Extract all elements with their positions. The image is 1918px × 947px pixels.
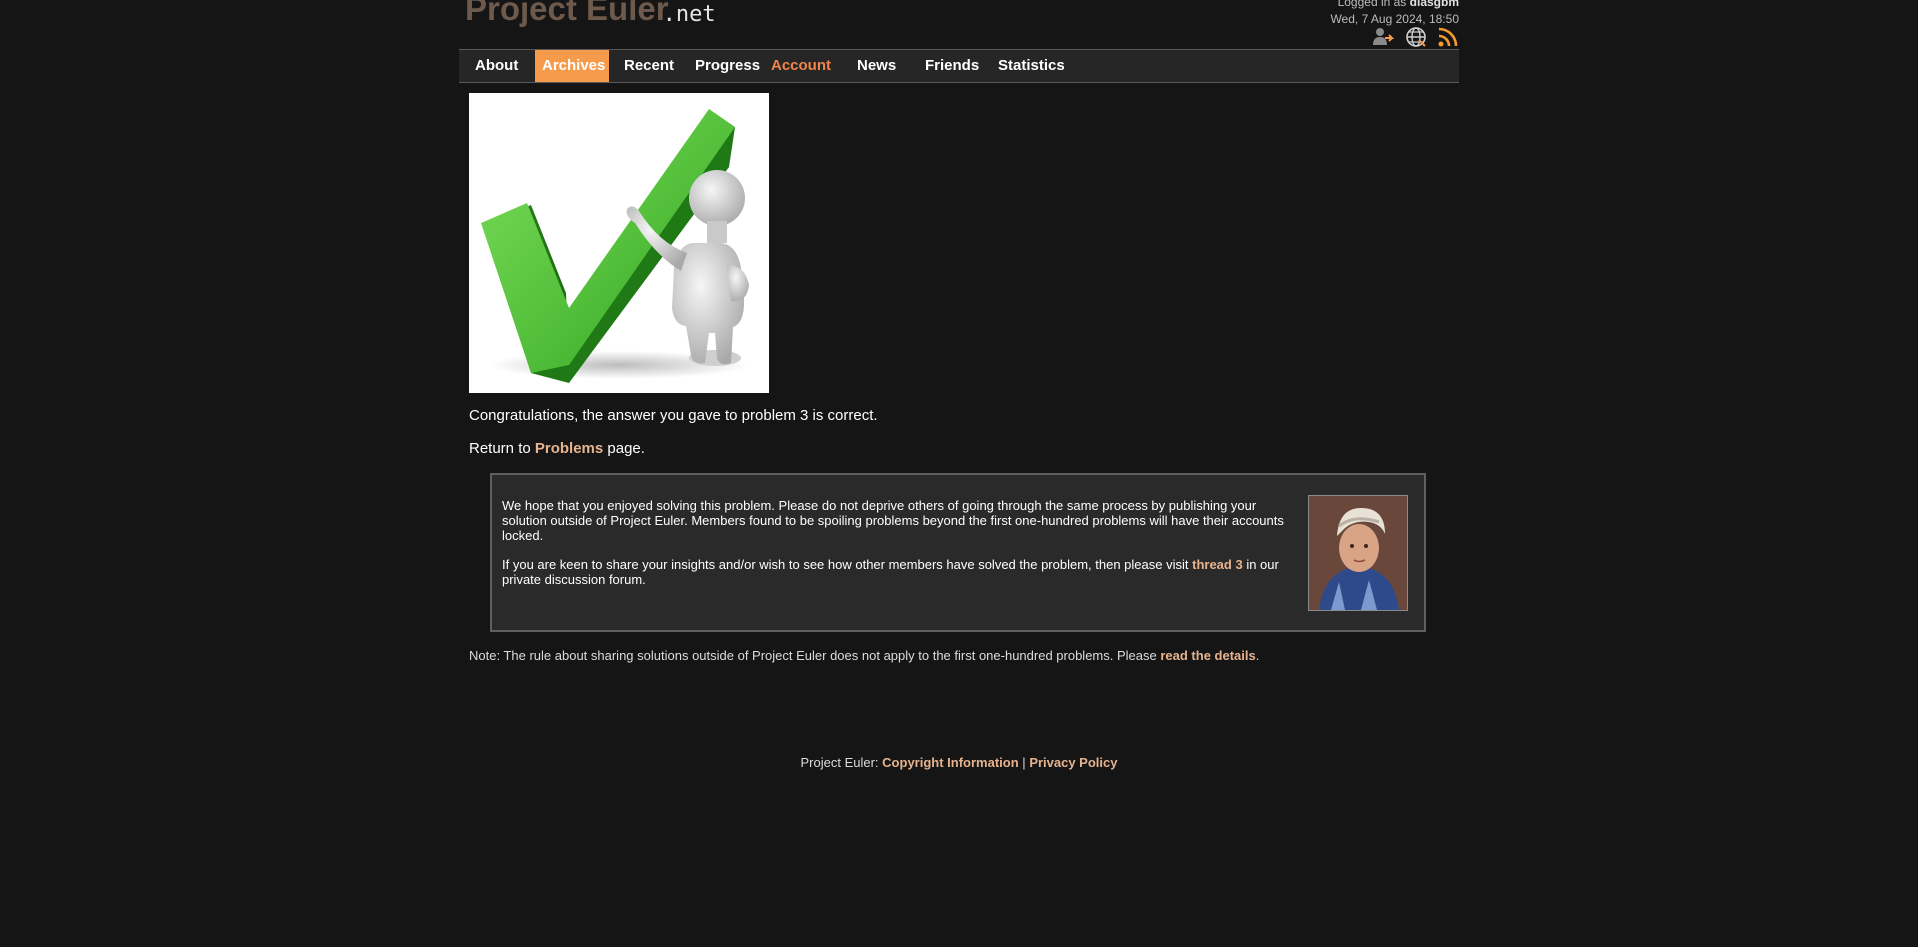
nav-statistics[interactable]: Statistics (998, 50, 1065, 82)
globe-icon[interactable] (1405, 26, 1427, 48)
return-line: Return to Problems page. (469, 440, 645, 457)
congratulations-message: Congratulations, the answer you gave to … (469, 407, 878, 424)
forum-invite-prefix: If you are keen to share your insights a… (502, 557, 1189, 572)
footer-prefix: Project Euler: (800, 755, 879, 770)
return-prefix: Return to (469, 440, 531, 457)
correct-answer-image (469, 93, 769, 393)
read-details-link[interactable]: read the details (1160, 648, 1255, 663)
nav-archives[interactable]: Archives (535, 50, 610, 82)
logo-suffix: .net (662, 2, 716, 27)
sign-out-icon[interactable] (1372, 26, 1395, 48)
header-icons (1366, 26, 1459, 48)
privacy-policy-link[interactable]: Privacy Policy (1029, 755, 1117, 770)
footer-separator: | (1022, 755, 1026, 770)
username[interactable]: diasgbm (1410, 0, 1459, 9)
problems-link[interactable]: Problems (535, 440, 603, 457)
nav-recent[interactable]: Recent (624, 50, 674, 82)
copyright-link[interactable]: Copyright Information (882, 755, 1019, 770)
nav-about[interactable]: About (475, 50, 518, 82)
project-euler-logo[interactable]: Project Euler.net (465, 0, 716, 30)
logo-text: Project Euler (465, 0, 669, 27)
rss-icon[interactable] (1437, 26, 1459, 48)
spoiler-info-box: We hope that you enjoyed solving this pr… (490, 473, 1426, 632)
thread-link[interactable]: thread 3 (1192, 557, 1243, 572)
main-nav: About Archives Recent Progress Account N… (459, 49, 1459, 83)
spoiler-warning-text: We hope that you enjoyed solving this pr… (502, 498, 1284, 543)
euler-portrait-icon (1309, 496, 1407, 610)
note-prefix: Note: The rule about sharing solutions o… (469, 648, 1157, 663)
nav-account[interactable]: Account (771, 50, 831, 82)
nav-progress[interactable]: Progress (695, 50, 760, 82)
checkmark-figure-icon (481, 109, 749, 383)
logged-in-prefix: Logged in as (1337, 0, 1407, 9)
euler-portrait (1308, 495, 1408, 611)
note-suffix: . (1255, 648, 1260, 663)
sharing-rule-note: Note: The rule about sharing solutions o… (469, 648, 1259, 663)
user-info: Logged in as diasgbm Wed, 7 Aug 2024, 18… (1330, 0, 1459, 28)
return-suffix: page. (607, 440, 645, 457)
page-container: Project Euler.net Logged in as diasgbm W… (459, 0, 1459, 947)
footer: Project Euler: Copyright Information | P… (459, 755, 1459, 770)
nav-friends[interactable]: Friends (925, 50, 979, 82)
logged-in-line: Logged in as diasgbm (1330, 0, 1459, 11)
nav-news[interactable]: News (857, 50, 896, 82)
forum-invite-text: If you are keen to share your insights a… (502, 557, 1302, 587)
